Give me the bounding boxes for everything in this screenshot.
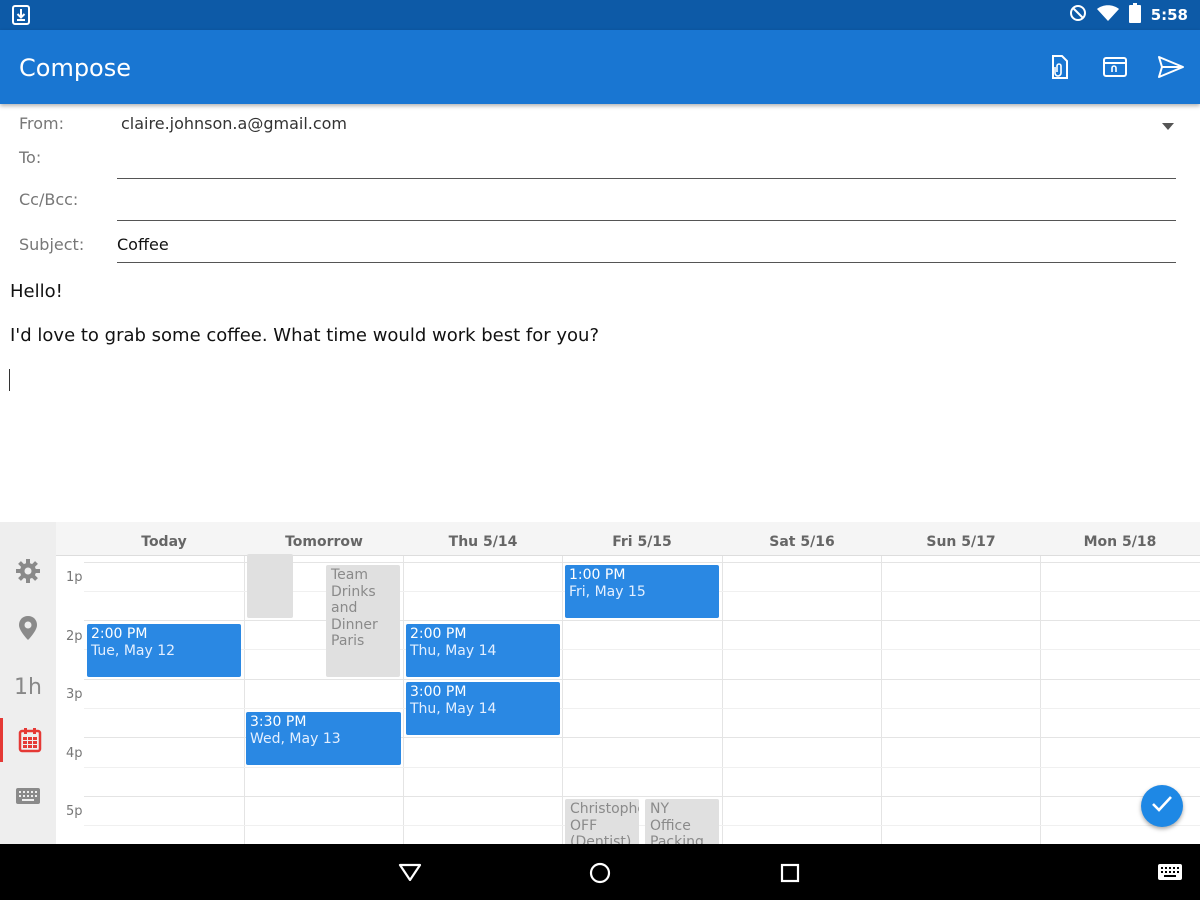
hour-label: 4p bbox=[66, 746, 83, 761]
day-header: Sat 5/16 bbox=[769, 534, 835, 550]
calendar-picker: 1h Today Tomorrow Thu 5/14 Fri 5/15 Sat … bbox=[0, 522, 1200, 844]
hour-line bbox=[84, 679, 1200, 680]
wifi-icon bbox=[1096, 4, 1119, 26]
status-bar: 5:58 bbox=[0, 0, 1200, 30]
half-hour-line bbox=[84, 825, 1200, 826]
calendar-sidebar: 1h bbox=[0, 522, 56, 844]
event-time: 3:30 PM bbox=[250, 714, 307, 730]
system-nav-bar bbox=[0, 844, 1200, 900]
calendar-icon[interactable] bbox=[0, 718, 56, 762]
hour-label: 1p bbox=[66, 570, 83, 585]
hour-line bbox=[84, 796, 1200, 797]
subject-field[interactable]: Coffee bbox=[117, 235, 169, 254]
keyboard-switch-icon[interactable] bbox=[1158, 864, 1182, 885]
hour-label: 5p bbox=[66, 804, 83, 819]
time-slot-event[interactable]: 3:00 PM Thu, May 14 bbox=[406, 682, 560, 735]
app-bar: Compose bbox=[0, 30, 1200, 104]
event-time: 2:00 PM bbox=[410, 626, 467, 642]
column-divider bbox=[881, 556, 882, 844]
recents-icon[interactable] bbox=[780, 863, 800, 888]
subject-label: Subject: bbox=[19, 235, 85, 254]
home-icon[interactable] bbox=[589, 862, 611, 889]
calendar-header: Today Tomorrow Thu 5/14 Fri 5/15 Sat 5/1… bbox=[56, 522, 1200, 556]
message-line-2[interactable]: I'd love to grab some coffee. What time … bbox=[10, 325, 599, 346]
download-icon bbox=[12, 5, 30, 30]
column-divider bbox=[722, 556, 723, 844]
cc-bcc-field[interactable] bbox=[117, 190, 1176, 218]
day-header: Tomorrow bbox=[285, 534, 363, 550]
cc-bcc-underline bbox=[117, 220, 1176, 221]
from-label: From: bbox=[19, 114, 65, 133]
busy-block bbox=[247, 554, 293, 618]
hour-label: 2p bbox=[66, 629, 83, 644]
insert-template-icon[interactable] bbox=[1101, 53, 1129, 81]
busy-block: Team Drinks and Dinner Paris bbox=[326, 565, 400, 677]
time-slot-event[interactable]: 2:00 PM Thu, May 14 bbox=[406, 624, 560, 677]
hour-line bbox=[84, 620, 1200, 621]
check-icon bbox=[1151, 795, 1173, 818]
page-title: Compose bbox=[19, 54, 132, 82]
busy-block: NY Office Packing bbox=[645, 799, 719, 844]
day-header: Mon 5/18 bbox=[1083, 534, 1157, 550]
event-date: Wed, May 13 bbox=[250, 731, 341, 747]
column-divider bbox=[403, 556, 404, 844]
time-slot-event[interactable]: 3:30 PM Wed, May 13 bbox=[246, 712, 401, 765]
hour-label: 3p bbox=[66, 687, 83, 702]
event-date: Thu, May 14 bbox=[410, 701, 497, 717]
half-hour-line bbox=[84, 708, 1200, 709]
chevron-down-icon[interactable] bbox=[1162, 118, 1174, 136]
day-header: Thu 5/14 bbox=[448, 534, 518, 550]
to-field[interactable] bbox=[117, 148, 1176, 176]
to-label: To: bbox=[19, 148, 42, 167]
event-date: Thu, May 14 bbox=[410, 643, 497, 659]
event-time: 3:00 PM bbox=[410, 684, 467, 700]
keyboard-icon[interactable] bbox=[0, 774, 56, 818]
event-date: Fri, May 15 bbox=[569, 584, 646, 600]
do-not-disturb-icon bbox=[1069, 4, 1087, 27]
event-date: Tue, May 12 bbox=[91, 643, 176, 659]
busy-block: Christophe OFF (Dentist) bbox=[565, 799, 639, 844]
message-line-1[interactable]: Hello! bbox=[10, 281, 63, 302]
half-hour-line bbox=[84, 767, 1200, 768]
cc-bcc-label: Cc/Bcc: bbox=[19, 190, 79, 209]
day-header: Sun 5/17 bbox=[926, 534, 996, 550]
event-time: 1:00 PM bbox=[569, 567, 626, 583]
from-field[interactable]: claire.johnson.a@gmail.com bbox=[121, 114, 347, 133]
calendar-grid[interactable]: 1p 2p 3p 4p 5p Team Drinks and Dinner Pa… bbox=[56, 554, 1200, 844]
half-hour-line bbox=[84, 649, 1200, 650]
day-header: Fri 5/15 bbox=[612, 534, 672, 550]
column-divider bbox=[244, 556, 245, 844]
subject-underline bbox=[117, 262, 1176, 263]
time-slot-event[interactable]: 1:00 PM Fri, May 15 bbox=[565, 565, 719, 618]
time-slot-event[interactable]: 2:00 PM Tue, May 12 bbox=[87, 624, 241, 677]
done-button[interactable] bbox=[1141, 785, 1183, 827]
column-divider bbox=[1040, 556, 1041, 844]
gear-icon[interactable] bbox=[0, 549, 56, 593]
send-icon[interactable] bbox=[1157, 53, 1185, 81]
attach-file-icon[interactable] bbox=[1045, 53, 1073, 81]
event-time: 2:00 PM bbox=[91, 626, 148, 642]
battery-icon bbox=[1128, 2, 1141, 28]
back-icon[interactable] bbox=[398, 863, 422, 886]
status-time: 5:58 bbox=[1150, 6, 1188, 24]
to-underline bbox=[117, 178, 1176, 179]
duration-button[interactable]: 1h bbox=[0, 665, 56, 709]
day-header: Today bbox=[141, 534, 187, 550]
text-cursor bbox=[9, 369, 10, 391]
location-pin-icon[interactable] bbox=[0, 606, 56, 650]
column-divider bbox=[562, 556, 563, 844]
